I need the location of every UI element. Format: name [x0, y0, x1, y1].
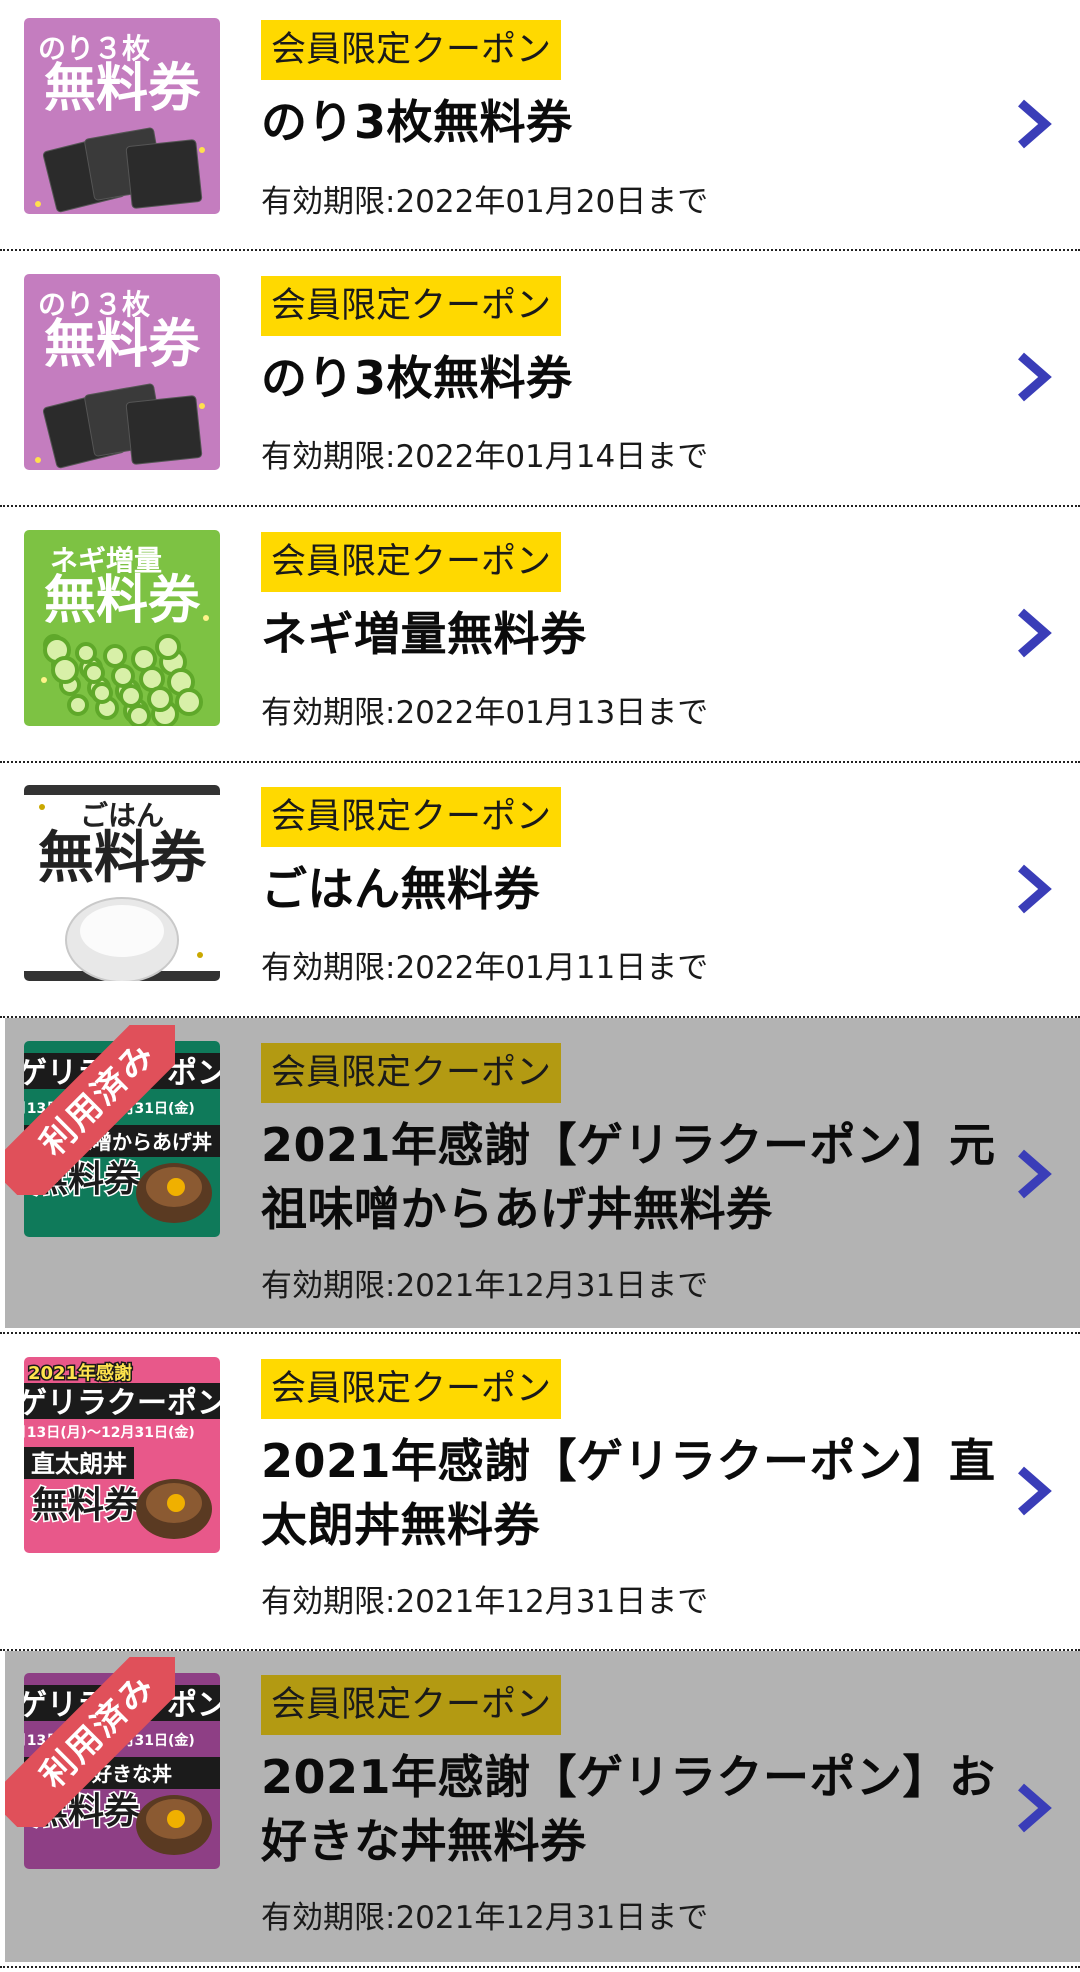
coupon-row[interactable]: ゲリラクーポン12月13日(月)〜12月31日(金)元祖味噌からあげ丼無料券利用… — [0, 1018, 1080, 1334]
chevron-right-icon[interactable] — [1013, 352, 1053, 402]
coupon-expiry: 有効期限:2021年12月31日まで — [261, 1900, 709, 1936]
svg-text:無料券: 無料券 — [32, 1485, 141, 1526]
svg-text:無料券: 無料券 — [44, 59, 201, 119]
used-ribbon-label: 利用済み — [5, 1657, 175, 1827]
svg-text:無料券: 無料券 — [44, 315, 201, 375]
coupon-title: のり3枚無料券 — [261, 351, 573, 405]
chevron-right-icon[interactable] — [1013, 864, 1053, 914]
chevron-right-icon[interactable] — [1013, 1149, 1053, 1199]
coupon-row[interactable]: ゲリラクーポン12月13日(月)〜12月31日(金)お好きな丼無料券利用済み会員… — [0, 1651, 1080, 1968]
svg-text:直太朗丼: 直太朗丼 — [31, 1450, 127, 1478]
coupon-title-line: 祖味噌からあげ丼無料券 — [261, 1182, 773, 1236]
svg-text:無料券: 無料券 — [44, 571, 201, 631]
coupon-thumbnail: のり３枚 無料券 — [24, 274, 220, 470]
coupon-title: のり3枚無料券 — [261, 95, 573, 149]
coupon-row[interactable]: ネギ増量 無料券 会員限定クーポン ネギ増量無料券 有効期限:2022年01月13日まで — [0, 507, 1080, 763]
coupon-row[interactable]: のり３枚 無料券 会員限定クーポンのり3枚無料券有効期限:2022年01月14日まで — [0, 251, 1080, 507]
member-badge: 会員限定クーポン — [261, 532, 562, 592]
chevron-right-icon[interactable] — [1013, 1466, 1053, 1516]
chevron-right-icon[interactable] — [1013, 1783, 1053, 1833]
member-badge: 会員限定クーポン — [261, 1359, 562, 1419]
coupon-title-line: 2021年感謝【ゲリラクーポン】元 — [261, 1118, 996, 1172]
svg-text:無料券: 無料券 — [38, 826, 207, 891]
svg-text:2021年感謝: 2021年感謝 — [28, 1362, 132, 1384]
coupon-thumbnail: のり３枚 無料券 — [24, 18, 220, 214]
member-badge: 会員限定クーポン — [261, 1675, 562, 1735]
coupon-title-line: 2021年感謝【ゲリラクーポン】お — [261, 1750, 996, 1804]
coupon-expiry: 有効期限:2022年01月11日まで — [261, 950, 709, 986]
svg-text:12月13日(月)〜12月31日(金): 12月13日(月)〜12月31日(金) — [24, 1424, 195, 1441]
coupon-expiry: 有効期限:2021年12月31日まで — [261, 1584, 709, 1620]
used-ribbon: 利用済み — [5, 1657, 175, 1827]
coupon-title-line: 太朗丼無料券 — [261, 1498, 540, 1552]
coupon-expiry: 有効期限:2022年01月13日まで — [261, 695, 709, 731]
member-badge: 会員限定クーポン — [261, 276, 562, 336]
coupon-row[interactable]: 2021年感謝ゲリラクーポン 12月13日(月)〜12月31日(金) 直太朗丼無料券… — [0, 1334, 1080, 1651]
chevron-right-icon[interactable] — [1013, 608, 1053, 658]
coupon-title-line: 2021年感謝【ゲリラクーポン】直 — [261, 1434, 996, 1488]
chevron-right-icon[interactable] — [1013, 99, 1053, 149]
coupon-thumbnail: ごはん 無料券 — [24, 785, 220, 981]
used-ribbon-label: 利用済み — [5, 1025, 175, 1195]
coupon-title-line: 好きな丼無料券 — [261, 1814, 587, 1868]
member-badge: 会員限定クーポン — [261, 787, 562, 847]
member-badge: 会員限定クーポン — [261, 1043, 562, 1103]
coupon-thumbnail: ネギ増量 無料券 — [24, 530, 220, 726]
coupon-title: ごはん無料券 — [261, 862, 540, 916]
coupon-expiry: 有効期限:2021年12月31日まで — [261, 1268, 709, 1304]
coupon-title: ネギ増量無料券 — [261, 607, 587, 661]
coupon-row[interactable]: ごはん 無料券 会員限定クーポン ごはん無料券 有効期限:2022年01月11日まで — [0, 763, 1080, 1018]
svg-text:ゲリラクーポン: ゲリラクーポン — [24, 1386, 220, 1421]
member-badge: 会員限定クーポン — [261, 20, 562, 80]
coupon-thumbnail: 2021年感謝ゲリラクーポン 12月13日(月)〜12月31日(金) 直太朗丼無料券 — [24, 1357, 220, 1553]
coupon-expiry: 有効期限:2022年01月14日まで — [261, 439, 709, 475]
used-ribbon: 利用済み — [5, 1025, 175, 1195]
coupon-expiry: 有効期限:2022年01月20日まで — [261, 184, 709, 220]
coupon-row[interactable]: のり３枚 無料券 会員限定クーポンのり3枚無料券有効期限:2022年01月20日まで — [0, 0, 1080, 251]
